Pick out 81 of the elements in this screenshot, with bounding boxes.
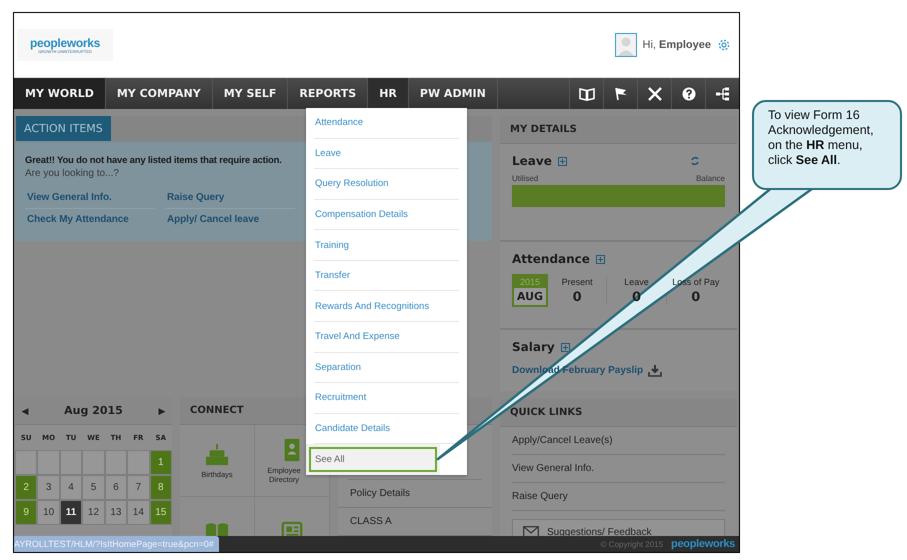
menu-item[interactable]: Travel And Expense	[314, 322, 459, 353]
menu-item[interactable]: Transfer	[314, 260, 459, 292]
settings-icon[interactable]	[717, 38, 731, 52]
panel-title: MY DETAILS	[510, 124, 577, 135]
menu-item[interactable]: Training	[314, 230, 459, 261]
footer-logo: peopleworks	[671, 538, 735, 550]
stat-value: 0	[632, 290, 642, 304]
stat-value: 0	[691, 290, 700, 304]
menu-item[interactable]: Rewards And Recognitions	[314, 291, 459, 322]
logo-text: peopleworks	[30, 36, 100, 48]
calendar-day[interactable]: 11	[60, 500, 82, 525]
action-link[interactable]: View General Info.	[25, 187, 155, 209]
calendar-day[interactable]	[37, 450, 60, 475]
copyright-text: © Copyright 2015	[600, 540, 664, 548]
action-items-tab[interactable]: ACTION ITEMS	[16, 116, 111, 141]
menu-item[interactable]: Recruitment	[314, 383, 459, 414]
cake-icon[interactable]	[204, 442, 230, 466]
calendar-day[interactable]: 5	[82, 475, 105, 500]
section-title: Leave	[512, 154, 552, 168]
calendar-day[interactable]: 3	[37, 475, 60, 500]
calendar-day[interactable]: 6	[104, 475, 128, 500]
calendar-day[interactable]	[104, 450, 128, 475]
action-link[interactable]: Apply/ Cancel leave	[165, 209, 295, 230]
calendar-day[interactable]: 15	[150, 500, 172, 525]
panel-title: QUICK LINKS	[510, 407, 582, 418]
calendar-day[interactable]: 13	[104, 500, 128, 525]
nav-tab[interactable]: HR	[368, 78, 409, 109]
next-month-button[interactable]: ▶	[152, 406, 172, 416]
calendar-day[interactable]	[15, 450, 38, 475]
badge-month: AUG	[514, 288, 546, 305]
download-icon[interactable]	[648, 364, 662, 377]
calendar-day[interactable]: 12	[82, 500, 105, 525]
utilised-label: Utilised	[512, 174, 538, 183]
status-url: AYROLLTEST/HLM/?IsItHomePage=true&pcn=0#	[14, 536, 219, 552]
menu-item[interactable]: Compensation Details	[314, 200, 459, 230]
avatar-icon[interactable]	[614, 33, 637, 57]
action-prompt: Are you looking to...?	[25, 168, 120, 179]
nav-tab[interactable]: MY WORLD	[14, 78, 106, 109]
stat-label: Leave	[624, 276, 649, 286]
calendar-day[interactable]: 2	[15, 475, 38, 500]
expand-icon[interactable]	[558, 156, 567, 166]
refresh-icon[interactable]	[690, 156, 700, 166]
calendar-day[interactable]	[127, 450, 150, 475]
flag-icon[interactable]	[612, 86, 628, 100]
previous-month-button[interactable]: ◀	[15, 406, 35, 416]
menu-item[interactable]: See All	[306, 444, 440, 475]
calendar-day[interactable]: 1	[150, 450, 172, 475]
section-title: Attendance	[512, 252, 590, 266]
stat-value: 0	[572, 290, 582, 304]
quick-link[interactable]: Apply/Cancel Leave(s)	[512, 427, 725, 455]
calendar-day[interactable]	[82, 450, 105, 475]
stat-label: Loss of Pay	[672, 276, 720, 286]
balance-label: Balance	[696, 174, 725, 183]
menu-item[interactable]: Query Resolution	[314, 169, 459, 200]
calendar-day[interactable]: 14	[127, 500, 150, 525]
calendar-month: Aug 2015	[63, 404, 124, 417]
expand-icon[interactable]	[560, 342, 570, 352]
menu-item[interactable]: Attendance	[314, 108, 459, 139]
list-link[interactable]: Policy Details	[338, 480, 492, 508]
expand-icon[interactable]	[596, 254, 605, 264]
stat-label: Present	[562, 276, 593, 286]
quick-link[interactable]: Raise Query	[512, 483, 725, 511]
action-link[interactable]: Raise Query	[165, 187, 295, 209]
menu-item[interactable]: Separation	[314, 352, 459, 384]
panel-title: CONNECT	[190, 405, 244, 416]
calendar-day[interactable]: 8	[150, 475, 172, 500]
sitemap-icon[interactable]	[714, 86, 730, 100]
greeting-text: Hi, Employee	[642, 39, 711, 51]
calendar-day[interactable]	[60, 450, 82, 475]
book-icon[interactable]	[578, 86, 594, 100]
callout-text: To view Form 16 Acknowledgement, on the HR menu, click See All.	[768, 108, 875, 168]
help-icon[interactable]	[680, 86, 696, 100]
section-title: Salary	[512, 340, 555, 354]
calendar-day[interactable]: 7	[127, 475, 150, 500]
calendar-day[interactable]: 10	[37, 500, 60, 525]
calendar-day[interactable]: 9	[15, 500, 38, 525]
quick-link[interactable]: View General Info.	[512, 455, 725, 483]
action-link[interactable]: Check My Attendance	[25, 209, 155, 230]
action-message: Great!! You do not have any listed items that require action.	[25, 155, 283, 166]
calendar-day[interactable]: 4	[60, 475, 82, 500]
menu-item[interactable]: Leave	[314, 138, 459, 170]
